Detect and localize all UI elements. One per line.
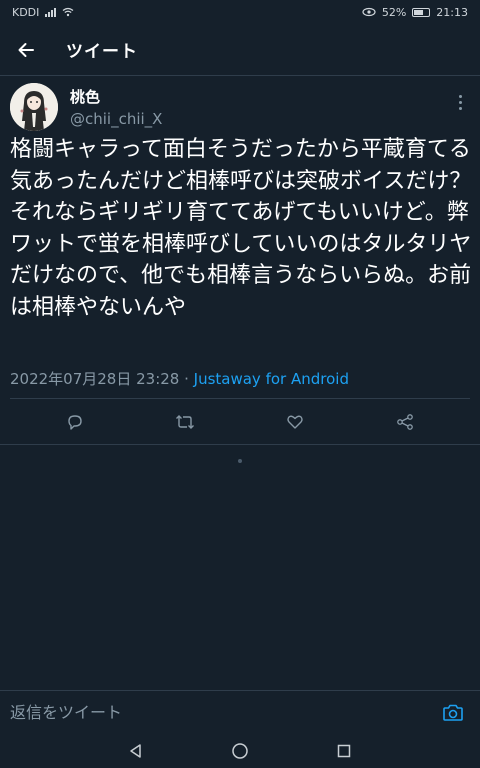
page-title: ツイート	[66, 42, 138, 62]
battery-percent: 52%	[381, 5, 407, 19]
nav-home-button[interactable]	[228, 739, 252, 763]
avatar[interactable]	[10, 83, 58, 131]
divider	[0, 444, 480, 445]
wifi-icon	[63, 7, 74, 17]
divider	[10, 398, 470, 399]
retweet-button[interactable]	[165, 404, 205, 440]
clock: 21:13	[436, 5, 468, 19]
retweet-icon	[176, 415, 194, 429]
more-options-button[interactable]	[452, 90, 468, 114]
back-button[interactable]	[0, 24, 52, 76]
nav-back-button[interactable]	[124, 739, 148, 763]
status-bar: KDDI 52% 21:13	[0, 0, 480, 24]
loading-indicator	[238, 459, 242, 463]
camera-button[interactable]	[436, 696, 470, 730]
tweet-detail: 桃色 @chii_chii_X 格闘キャラって面白そうだったから平蔵育てる気あっ…	[0, 80, 480, 445]
tweet-text: 格闘キャラって面白そうだったから平蔵育てる気あったんだけど相棒呼びは突破ボイスだ…	[10, 137, 472, 320]
square-recents-icon	[337, 744, 351, 758]
author-name[interactable]: 桃色	[70, 86, 100, 107]
reply-input[interactable]	[10, 703, 436, 722]
like-button[interactable]	[275, 404, 315, 440]
tweet-meta: 2022年07月28日 23:28 · Justaway for Android	[10, 368, 349, 389]
more-dot	[458, 106, 462, 110]
share-button[interactable]	[385, 404, 425, 440]
heart-icon	[287, 415, 303, 429]
app-header: ツイート	[0, 24, 480, 76]
tweet-source-link[interactable]: Justaway for Android	[194, 370, 349, 388]
avatar-image	[10, 83, 58, 131]
reply-icon	[68, 415, 82, 430]
system-nav-bar	[0, 734, 480, 768]
author-row: 桃色 @chii_chii_X	[0, 80, 480, 136]
more-dot	[458, 94, 462, 98]
reply-button[interactable]	[55, 404, 95, 440]
reply-bar	[0, 690, 480, 734]
nav-recents-button[interactable]	[332, 739, 356, 763]
meta-separator: ·	[179, 370, 194, 388]
battery-icon	[412, 7, 431, 17]
arrow-left-icon	[18, 42, 34, 57]
tweet-actions	[0, 402, 480, 442]
signal-icon	[45, 7, 57, 17]
tweet-timestamp: 2022年07月28日 23:28	[10, 370, 180, 388]
share-icon	[397, 414, 413, 430]
author-handle[interactable]: @chii_chii_X	[70, 110, 162, 128]
circle-home-icon	[232, 743, 248, 759]
triangle-back-icon	[130, 744, 141, 758]
carrier-label: KDDI	[12, 5, 40, 19]
camera-icon	[443, 704, 463, 721]
eye-comfort-icon	[362, 7, 376, 17]
more-dot	[458, 100, 462, 104]
